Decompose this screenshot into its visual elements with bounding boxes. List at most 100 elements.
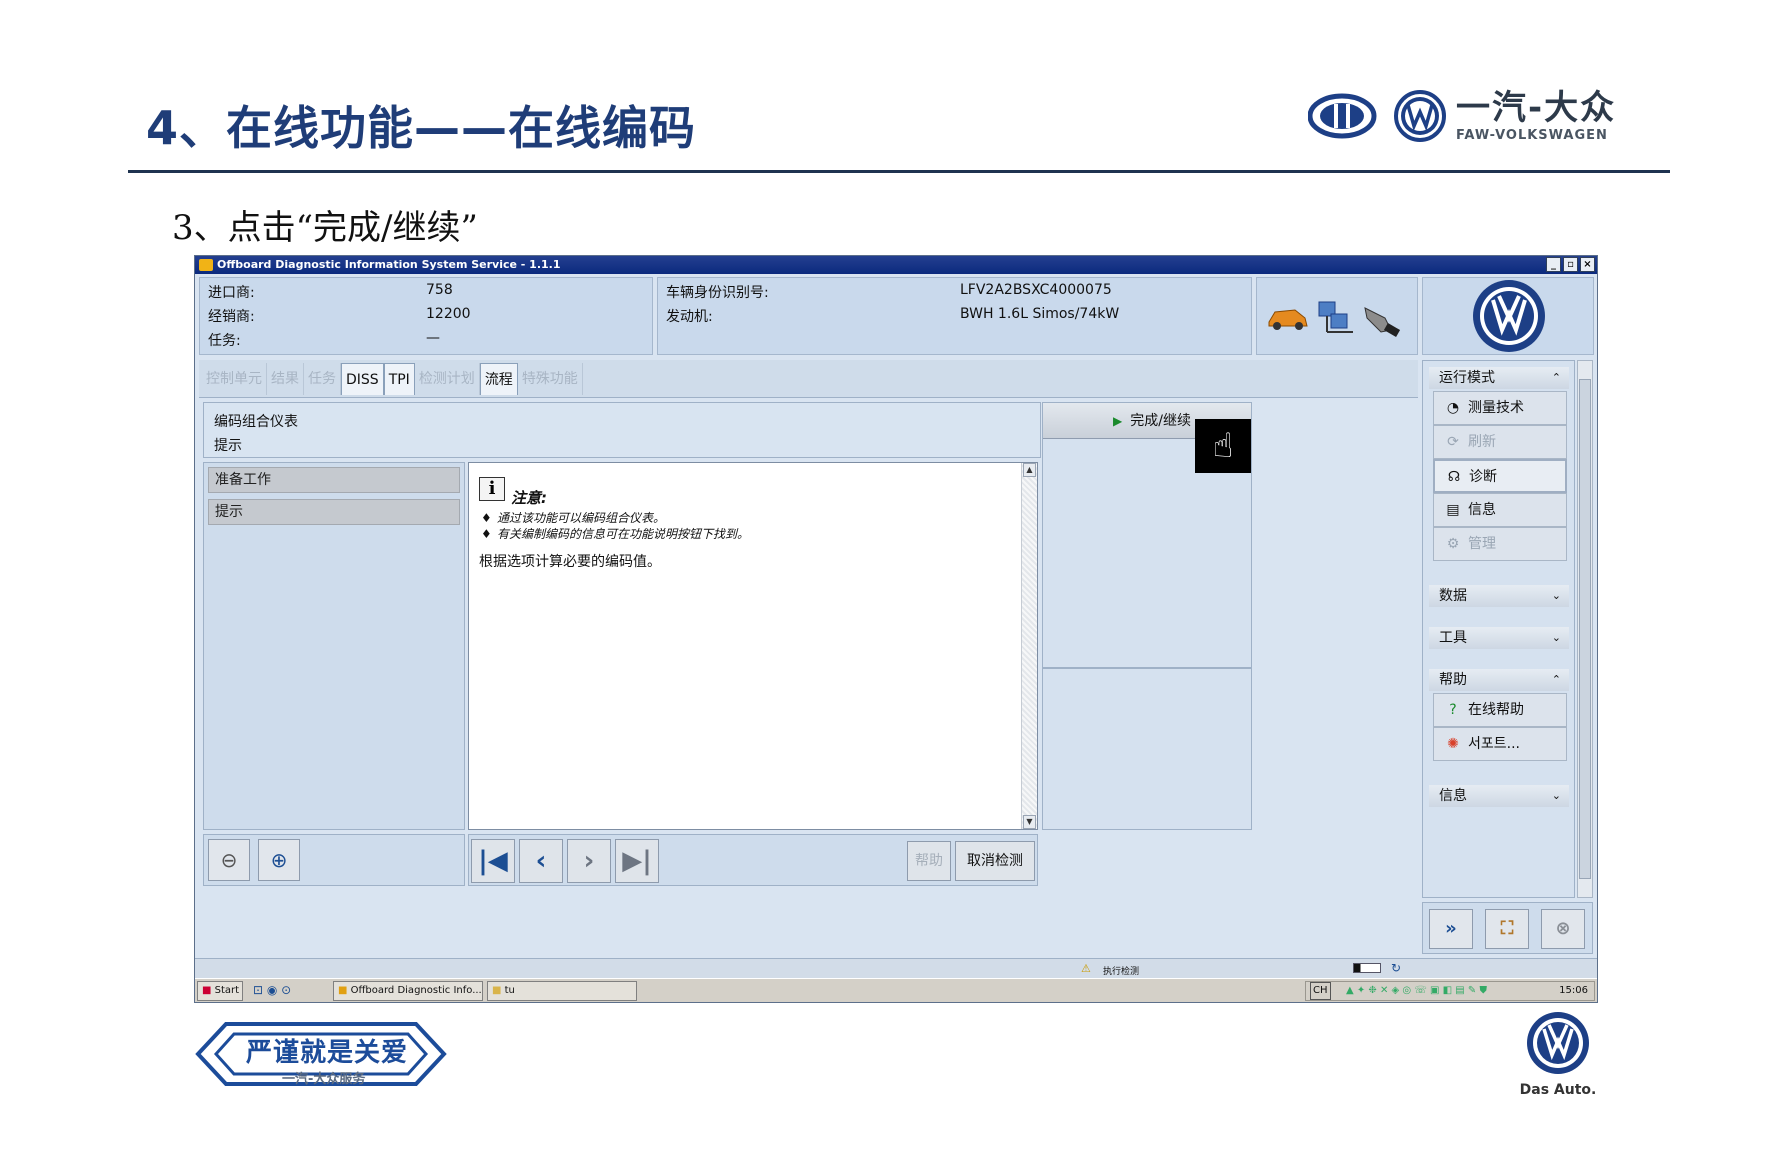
zoom-out-icon[interactable]: ⊖ (208, 839, 250, 881)
tab-results[interactable]: 结果 (267, 362, 304, 395)
admin-gear-icon: ⚙ (1446, 536, 1460, 552)
scroll-up-icon[interactable]: ▲ (1023, 463, 1036, 477)
fullscreen-icon[interactable]: ⛶ (1485, 909, 1529, 949)
chevron-down-icon: ⌄ (1551, 631, 1561, 644)
slogan-text: 严谨就是关爱 (246, 1038, 409, 1068)
taskbar-folder[interactable]: ■ tu (487, 981, 637, 1001)
diagnostic-plug-icon (1364, 307, 1401, 337)
zoom-in-icon[interactable]: ⊕ (258, 839, 300, 881)
lifebuoy-icon: ✺ (1447, 736, 1459, 752)
app-small-icon: ■ (338, 985, 348, 996)
section-data[interactable]: 数据 ⌄ (1429, 585, 1569, 607)
tab-tpi[interactable]: TPI (383, 362, 415, 395)
last-step-icon[interactable]: ▶| (615, 839, 659, 883)
sidebar-item-support[interactable]: ✺ 서포트... (1433, 727, 1567, 761)
clock: 15:06 (1559, 985, 1588, 996)
procedure-subtitle: 提示 (214, 438, 242, 454)
sidebar-scrollbar[interactable] (1577, 360, 1593, 898)
procedure-title: 编码组合仪表 (214, 414, 298, 430)
service-slogan-logo: 严谨就是关爱 一汽-大众服务 (190, 1010, 452, 1098)
help-icon: ? (1449, 702, 1457, 718)
brand-logos-icon (1307, 90, 1446, 142)
system-tray: CH ▲ ✦ ❉ ✕ ◈ ◎ ☏ ▣ ◧ ▤ ✎ ⛊ 15:06 (1305, 981, 1595, 1001)
cancel-test-button[interactable]: 取消检测 (955, 841, 1035, 881)
engine-label: 发动机: (666, 309, 713, 325)
taskbar-odis[interactable]: ■ Offboard Diagnostic Info... (333, 981, 483, 1001)
vin-label: 车辆身份识别号: (666, 285, 769, 301)
content-scrollbar[interactable]: ▲ ▼ (1021, 463, 1037, 829)
exit-icon[interactable]: ⊗ (1541, 909, 1585, 949)
help-button[interactable]: 帮助 (907, 841, 951, 881)
next-step-icon[interactable]: › (567, 839, 611, 883)
status-bar: ⚠ 执行检测 ↻ (195, 958, 1597, 978)
vehicle-info-panel: 车辆身份识别号: LFV2A2BSXC4000075 发动机: BWH 1.6L… (657, 277, 1252, 355)
note-bullet: ♦ 有关编制编码的信息可在功能说明按钮下找到。 (481, 527, 750, 541)
das-auto-text: Das Auto. (1519, 1082, 1597, 1098)
zoom-toolbar: ⊖ ⊕ (203, 834, 465, 886)
stethoscope-icon: ☊ (1447, 469, 1461, 485)
gauge-icon: ◔ (1446, 400, 1460, 416)
dealer-info-panel: 进口商: 758 经销商: 12200 任务: — (199, 277, 653, 355)
title-rule (128, 170, 1670, 173)
vin-value: LFV2A2BSXC4000075 (960, 282, 1112, 298)
vw-logo-icon (1527, 1012, 1589, 1074)
tab-procedure[interactable]: 流程 (479, 362, 518, 395)
sidebar-item-online-help[interactable]: ? 在线帮助 (1433, 693, 1567, 727)
app-icon (199, 259, 213, 271)
close-button[interactable]: × (1580, 257, 1595, 272)
step-instruction: 3、点击“完成/继续” (172, 208, 478, 248)
brand-name-cn: 一汽-大众 (1456, 88, 1617, 128)
das-auto-logo: Das Auto. (1518, 1010, 1598, 1100)
start-button[interactable]: ■ Start (197, 981, 243, 1001)
sidebar-item-info[interactable]: ▤ 信息 (1433, 493, 1567, 527)
play-icon: ▶ (1113, 414, 1123, 428)
tab-control-units[interactable]: 控制单元 (202, 362, 267, 395)
sidebar-item-measurement[interactable]: ◔ 测量技术 (1433, 391, 1567, 425)
connection-icons-panel (1256, 277, 1418, 355)
task-label: 任务: (208, 333, 241, 349)
section-info[interactable]: 信息 ⌄ (1429, 785, 1569, 807)
warning-icon: ⚠ (1081, 962, 1091, 975)
slide-title: 4、在线功能——在线编码 (146, 101, 697, 155)
network-icon (1318, 301, 1353, 333)
double-chevron-right-icon[interactable]: » (1429, 909, 1473, 949)
section-help[interactable]: 帮助 ⌃ (1429, 669, 1569, 691)
action-column: ▶ 完成/继续 ☝ (1042, 402, 1252, 830)
folder-icon: ■ (492, 985, 502, 996)
section-tools[interactable]: 工具 ⌄ (1429, 627, 1569, 649)
chevron-up-icon: ⌃ (1551, 371, 1561, 384)
window-titlebar[interactable]: Offboard Diagnostic Information System S… (195, 256, 1597, 274)
tab-test-plan[interactable]: 检测计划 (415, 362, 480, 395)
brand-name-en: FAW-VOLKSWAGEN (1456, 128, 1608, 143)
tray-icons[interactable]: ▲ ✦ ❉ ✕ ◈ ◎ ☏ ▣ ◧ ▤ ✎ ⛊ (1346, 982, 1487, 1000)
chevron-up-icon: ⌃ (1551, 673, 1561, 686)
tab-special-functions[interactable]: 特殊功能 (518, 362, 583, 395)
info-books-icon: ▤ (1446, 502, 1460, 518)
windows-flag-icon: ■ (202, 985, 212, 996)
quick-launch-icons[interactable]: ⊡ ◉ ⊙ (253, 983, 291, 997)
sidebar-item-admin[interactable]: ⚙ 管理 (1433, 527, 1567, 561)
minimize-button[interactable]: _ (1546, 257, 1561, 272)
previous-step-icon[interactable]: ‹ (519, 839, 563, 883)
tab-bar: 控制单元 结果 任务 DISS TPI 检测计划 流程 特殊功能 (199, 360, 1418, 398)
restore-button[interactable]: ▫ (1563, 257, 1578, 272)
tab-diss[interactable]: DISS (341, 362, 384, 395)
hand-cursor-icon: ☝ (1195, 419, 1251, 473)
first-step-icon[interactable]: |◀ (471, 839, 515, 883)
scroll-down-icon[interactable]: ▼ (1023, 815, 1036, 829)
list-item[interactable]: 准备工作 (208, 467, 460, 493)
sidebar-item-refresh[interactable]: ⟳ 刷新 (1433, 425, 1567, 459)
window-actions: » ⛶ ⊗ (1422, 902, 1593, 954)
scrollbar-thumb[interactable] (1579, 379, 1591, 879)
engine-value: BWH 1.6L Simos/74kW (960, 306, 1120, 322)
tab-tasks[interactable]: 任务 (304, 362, 341, 395)
sidebar: 运行模式 ⌃ ◔ 测量技术 ⟳ 刷新 ☊ 诊断 ▤ 信息 ⚙ 管理 数据 ⌄ 工具 ⌄ (1422, 360, 1575, 898)
info-icon: i (479, 477, 505, 501)
vw-logo-icon (1473, 280, 1545, 352)
section-operating-mode[interactable]: 运行模式 ⌃ (1429, 367, 1569, 389)
sidebar-item-diagnosis[interactable]: ☊ 诊断 (1433, 459, 1567, 493)
list-item[interactable]: 提示 (208, 499, 460, 525)
language-indicator[interactable]: CH (1310, 982, 1331, 1000)
slogan-subtext: 一汽-大众服务 (282, 1072, 366, 1087)
dealer-label: 经销商: (208, 309, 255, 325)
